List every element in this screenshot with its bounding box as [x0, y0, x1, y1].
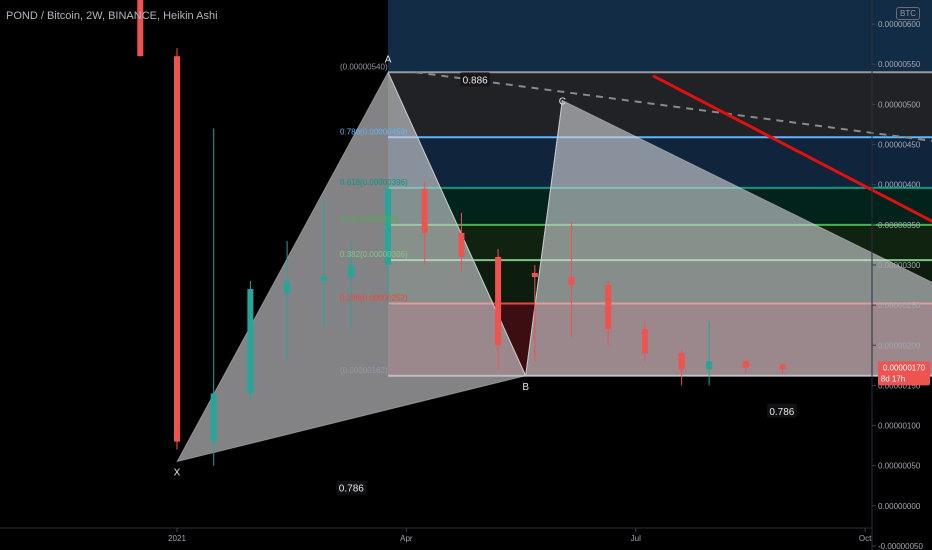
last-price-badge: 0.00000170 8d 17h	[878, 361, 930, 386]
fib-label-3: 0.5(0.00000350)	[340, 215, 399, 224]
ratio-label-0: 0.786	[339, 484, 364, 495]
fib-label-4: 0.382(0.00000306)	[340, 250, 408, 259]
y-tick-label-4: 0.00000400	[878, 181, 921, 190]
y-tick-label-6: 0.00000300	[878, 261, 921, 270]
y-tick-label-3: 0.00000450	[878, 141, 921, 150]
price-chart[interactable]: (0.00000540) 0.786(0.00000459) 0.618(0.000…	[0, 0, 932, 550]
candle-body-16	[706, 361, 713, 370]
y-tick-label-12: 0.00000000	[878, 502, 921, 511]
x-tick-label-0: 2021	[168, 534, 186, 543]
ratio-label-2: 0.786	[769, 407, 794, 418]
y-tick-label-11: 0.00000050	[878, 462, 921, 471]
pattern-point-B: B	[522, 382, 529, 393]
candle-body-1	[174, 56, 180, 442]
candle-body-2	[210, 393, 217, 442]
pattern-point-X: X	[174, 468, 181, 479]
pattern-point-C: C	[559, 96, 566, 107]
currency-badge[interactable]: BTC	[896, 7, 920, 20]
pattern-point-A: A	[385, 54, 392, 65]
fib-band-0	[388, 0, 932, 73]
y-tick-label-8: 0.00000200	[878, 341, 921, 350]
fib-label-5: 0.236(0.00000252)	[340, 294, 408, 303]
candle-body-0	[137, 0, 144, 57]
fib-label-6: (0.00000162)	[340, 366, 388, 375]
x-tick-label-1: Apr	[400, 534, 413, 543]
candle-body-5	[320, 277, 327, 282]
y-tick-label-0: 0.00000600	[878, 20, 921, 29]
x-tick-label-2: Jul	[631, 534, 641, 543]
y-tick-label-1: 0.00000550	[878, 60, 921, 69]
candle-body-12	[568, 277, 575, 286]
y-tick-label-5: 0.00000350	[878, 221, 921, 230]
fib-label-2: 0.618(0.00000396)	[340, 178, 408, 187]
candle-body-17	[742, 361, 749, 368]
candle-body-10	[495, 256, 502, 346]
y-tick-label-13: -0.00000050	[878, 542, 923, 550]
y-tick-label-10: 0.00000100	[878, 422, 921, 431]
candle-body-18	[779, 364, 786, 370]
price-badge-value: 0.00000170	[883, 363, 926, 372]
candle-body-11	[531, 272, 538, 278]
candle-body-3	[247, 289, 254, 394]
candle-body-6	[348, 264, 355, 278]
candle-body-15	[678, 353, 685, 370]
ratio-label-1: 0.886	[463, 75, 488, 86]
fib-label-0: (0.00000540)	[340, 62, 388, 71]
price-badge-countdown: 8d 17h	[881, 374, 905, 383]
symbol-title[interactable]: POND / Bitcoin, 2W, BINANCE, Heikin Ashi	[6, 10, 218, 22]
candle-body-13	[605, 285, 612, 330]
candle-body-14	[641, 329, 648, 354]
candle-body-4	[284, 281, 291, 294]
x-tick-label-3: Oct	[859, 534, 872, 543]
candle-body-8	[421, 188, 428, 233]
candle-body-9	[458, 232, 465, 257]
y-tick-label-7: 0.00000250	[878, 301, 921, 310]
y-tick-label-2: 0.00000500	[878, 100, 921, 109]
fib-label-1: 0.786(0.00000459)	[340, 127, 408, 136]
